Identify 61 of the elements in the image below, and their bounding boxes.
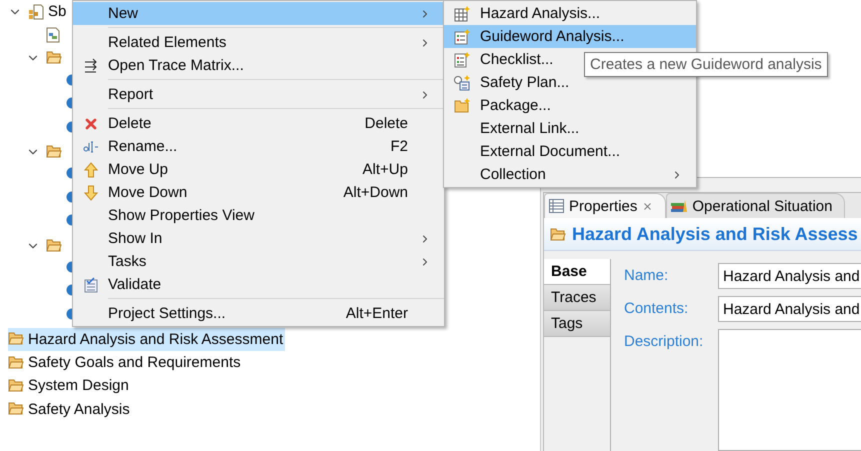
trace-arrows-icon — [82, 58, 98, 74]
table-icon — [454, 6, 470, 22]
folder-icon — [8, 331, 24, 346]
menu-item[interactable]: Open Trace Matrix... — [73, 54, 444, 77]
menu-item[interactable]: Related Elements — [73, 31, 444, 54]
field-label: Contents: — [624, 299, 690, 317]
folder-icon — [8, 378, 24, 392]
folder-icon — [550, 227, 566, 241]
menu-item[interactable]: Move Down Alt+Down — [73, 181, 444, 204]
menu-item[interactable]: Move Up Alt+Up — [73, 158, 444, 181]
tree-item[interactable]: Safety Analysis — [8, 398, 132, 421]
menu-item[interactable]: External Document... — [444, 140, 696, 163]
view-tab[interactable]: Properties — [544, 193, 666, 218]
menu-item[interactable]: Report — [73, 83, 444, 106]
side-tab[interactable]: Traces — [544, 285, 610, 311]
field-label: Description: — [624, 332, 704, 350]
menu-item[interactable]: Show Properties View — [73, 204, 444, 227]
menu-item[interactable]: Collection — [444, 163, 696, 186]
description-field[interactable] — [718, 329, 861, 451]
rename-icon — [82, 140, 98, 154]
document-icon — [46, 27, 60, 44]
field-label: Name: — [624, 266, 670, 284]
table-icon — [549, 199, 564, 213]
menu-item[interactable]: External Link... — [444, 117, 696, 140]
menu-item[interactable]: Validate — [73, 273, 444, 296]
folder-icon — [8, 354, 24, 369]
folder-icon — [46, 238, 62, 252]
up-arrow-icon — [84, 162, 98, 178]
menu-item[interactable]: Hazard Analysis... — [444, 2, 696, 25]
side-tab[interactable]: Base — [544, 259, 610, 285]
view-tab[interactable]: Operational Situation — [666, 193, 846, 218]
menu-item[interactable]: Rename... F2 — [73, 135, 444, 158]
project-icon — [28, 4, 44, 20]
tree-item[interactable]: System Design — [8, 374, 131, 398]
text-field[interactable]: Hazard Analysis and — [718, 263, 861, 289]
tree-item[interactable]: Hazard Analysis and Risk Assessment — [8, 328, 286, 351]
tree-item[interactable]: Safety Goals and Requirements — [8, 351, 243, 374]
menu-item[interactable]: Package... — [444, 94, 696, 117]
side-tab[interactable]: Tags — [544, 311, 610, 337]
list-icon — [454, 28, 470, 44]
books-icon — [671, 199, 688, 213]
close-icon[interactable] — [642, 200, 654, 212]
plan-icon — [454, 74, 470, 90]
tooltip: Creates a new Guideword analysis — [584, 52, 828, 77]
clipboard-check-icon — [84, 276, 98, 292]
menu-item[interactable]: Show In — [73, 227, 444, 250]
menu-item[interactable]: Project Settings... Alt+Enter — [73, 302, 444, 325]
new-folder-icon — [454, 98, 470, 113]
folder-icon — [46, 144, 62, 158]
down-arrow-icon — [84, 184, 98, 200]
properties-header: Hazard Analysis and Risk Assess — [544, 218, 861, 251]
menu-item[interactable]: Guideword Analysis... — [444, 25, 696, 48]
folder-icon — [46, 50, 62, 64]
text-field[interactable]: Hazard Analysis and — [718, 296, 861, 322]
menu-item[interactable]: New — [73, 2, 444, 25]
menu-item[interactable]: Delete Delete — [73, 112, 444, 135]
tree-item[interactable]: Sb — [28, 0, 68, 24]
folder-icon — [8, 401, 24, 416]
delete-icon — [82, 116, 98, 132]
menu-item[interactable]: Tasks — [73, 250, 444, 273]
checklist-icon — [454, 52, 470, 68]
